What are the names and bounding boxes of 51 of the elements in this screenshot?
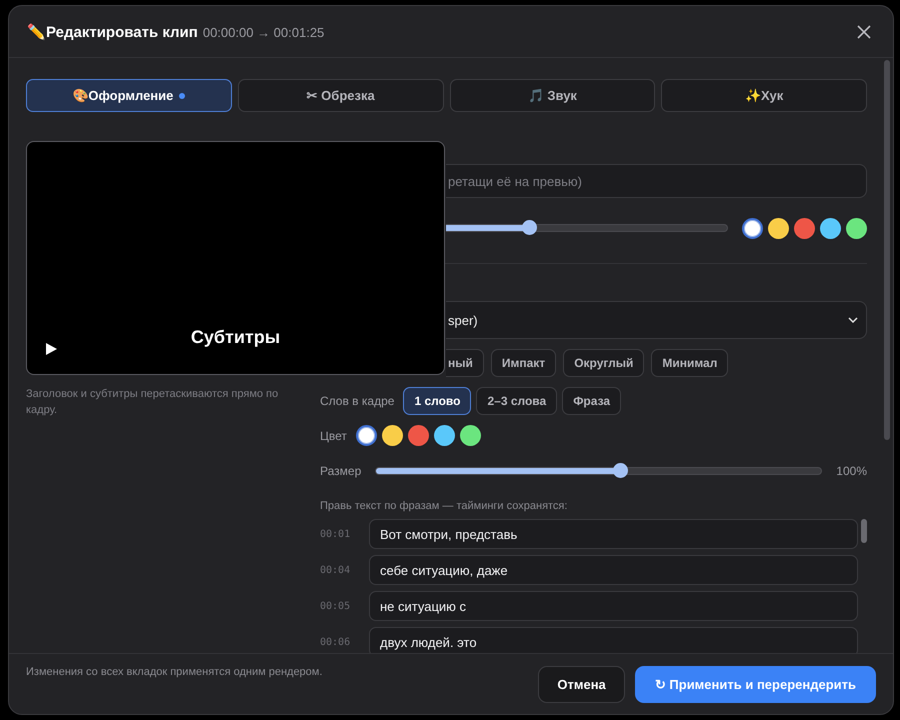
tab[interactable]: ✂ Обрезка: [238, 79, 444, 112]
time-range: 00:00:00 → 00:01:25: [202, 24, 324, 40]
apply-button[interactable]: ↻ Применить и перерендерить: [634, 666, 876, 702]
color-swatch[interactable]: [382, 425, 403, 446]
slider-thumb[interactable]: [613, 463, 628, 478]
phrase-field[interactable]: Вот смотри, представь: [369, 519, 858, 549]
tab[interactable]: 🎨Оформление: [26, 79, 232, 112]
title-field[interactable]: ретащи её на превью): [446, 164, 867, 198]
color-swatch[interactable]: [768, 218, 789, 238]
color-swatch[interactable]: [356, 425, 377, 446]
color-swatch[interactable]: [846, 218, 867, 238]
style-chip[interactable]: Минимал: [651, 349, 728, 377]
color-swatch[interactable]: [742, 218, 763, 238]
subtitle-text[interactable]: Субтитры: [190, 327, 280, 348]
cancel-button[interactable]: Отмена: [538, 666, 625, 702]
phrase-time: 00:05: [320, 600, 352, 612]
dialog-title: ✏Редактировать клип: [27, 22, 198, 40]
color-swatch[interactable]: [820, 218, 841, 238]
color-swatch[interactable]: [408, 425, 429, 446]
words-option[interactable]: 2–3 слова: [476, 387, 558, 415]
footer-note: Изменения со всех вкладок применятся одним рендером.: [26, 666, 322, 678]
phrase-field[interactable]: двух людей. это: [369, 627, 858, 653]
phrase-time: 00:01: [320, 528, 352, 540]
words-label: Слов в кадре: [320, 394, 394, 408]
scrollbar-thumb[interactable]: [884, 60, 890, 440]
slider-thumb[interactable]: [522, 220, 538, 235]
video-preview[interactable]: Субтитры: [26, 141, 445, 375]
tab[interactable]: 🎵 Звук: [450, 79, 656, 112]
phrase-time: 00:06: [320, 636, 352, 648]
play-icon[interactable]: [46, 343, 57, 355]
close-icon[interactable]: [857, 24, 871, 38]
size-label: Размер: [320, 464, 362, 478]
chevron-icon: [848, 317, 858, 323]
color-label: Цвет: [320, 428, 347, 442]
style-chip[interactable]: Округлый: [563, 349, 644, 377]
words-option[interactable]: 1 слово: [403, 387, 472, 415]
words-option[interactable]: Фраза: [562, 387, 622, 415]
color-swatch[interactable]: [434, 425, 455, 446]
phrase-time: 00:04: [320, 564, 352, 576]
scrollbar-thumb[interactable]: [861, 519, 867, 543]
phrase-field[interactable]: не ситуацию с: [369, 591, 858, 621]
color-swatch[interactable]: [460, 425, 481, 446]
font-select[interactable]: sper): [446, 301, 867, 339]
style-chip[interactable]: Импакт: [490, 349, 556, 377]
hint-text: Заголовок и субтитры перетаскиваются прямо по кадру.: [26, 387, 280, 418]
color-swatch[interactable]: [794, 218, 815, 238]
size-reading: 100%: [836, 464, 867, 478]
phrases-label: Правь текст по фразам — тайминги сохранятся:: [320, 500, 568, 512]
tab[interactable]: ✨Хук: [661, 79, 867, 112]
phrase-field[interactable]: себе ситуацию, даже: [369, 555, 858, 585]
style-chip[interactable]: ный: [446, 349, 484, 377]
